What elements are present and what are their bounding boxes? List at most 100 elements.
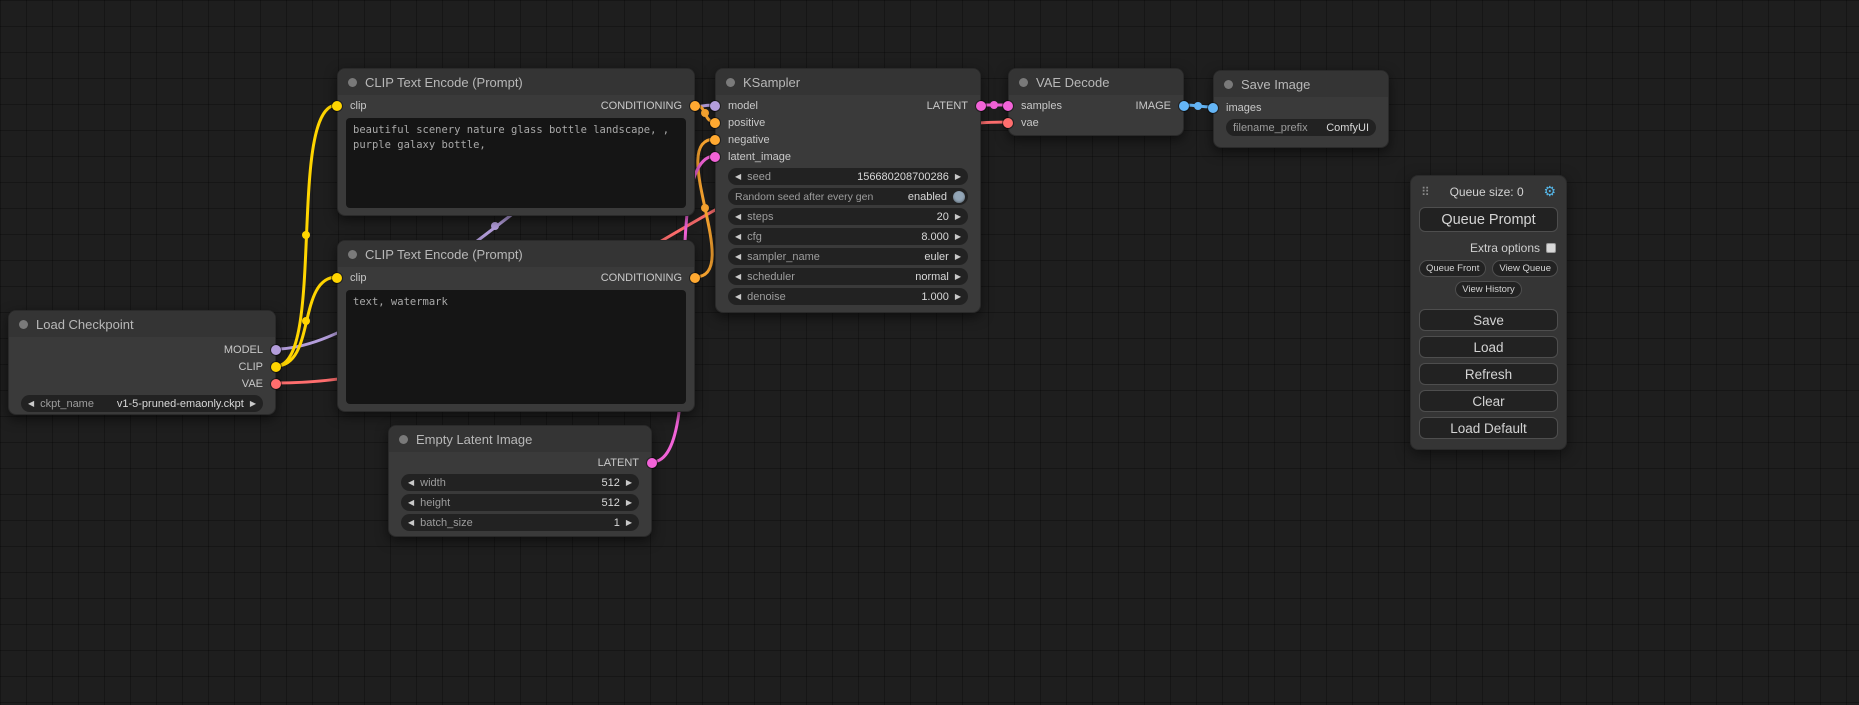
- node-header[interactable]: Save Image: [1214, 71, 1388, 97]
- decrement-arrow-icon[interactable]: ◀: [735, 253, 741, 261]
- input-port-vae[interactable]: [1003, 118, 1013, 128]
- node-header[interactable]: KSampler: [716, 69, 980, 95]
- widget-random-seed-toggle[interactable]: Random seed after every gen enabled: [728, 188, 968, 205]
- node-load-checkpoint[interactable]: Load Checkpoint MODEL CLIP VAE ◀ ckpt_na…: [8, 310, 276, 415]
- link-midpoint-dot: [701, 109, 709, 117]
- increment-arrow-icon[interactable]: ▶: [955, 233, 961, 241]
- widget-cfg[interactable]: ◀ cfg 8.000 ▶: [728, 228, 968, 245]
- collapse-dot-icon[interactable]: [1224, 80, 1233, 89]
- node-clip-text-encode-negative[interactable]: CLIP Text Encode (Prompt) clip CONDITION…: [337, 240, 695, 412]
- node-header[interactable]: VAE Decode: [1009, 69, 1183, 95]
- widget-value: 512: [601, 477, 619, 489]
- widget-sampler-name[interactable]: ◀ sampler_name euler ▶: [728, 248, 968, 265]
- node-title: Empty Latent Image: [416, 432, 532, 447]
- queue-prompt-button[interactable]: Queue Prompt: [1419, 207, 1558, 232]
- increment-arrow-icon[interactable]: ▶: [955, 173, 961, 181]
- node-save-image[interactable]: Save Image images filename_prefix ComfyU…: [1213, 70, 1389, 148]
- extra-options-checkbox[interactable]: [1546, 243, 1556, 253]
- increment-arrow-icon[interactable]: ▶: [955, 273, 961, 281]
- output-port-image[interactable]: [1179, 101, 1189, 111]
- queue-panel[interactable]: ⠿ Queue size: 0 ⚙ Queue Prompt Extra opt…: [1410, 175, 1567, 450]
- increment-arrow-icon[interactable]: ▶: [626, 479, 632, 487]
- output-port-latent[interactable]: [647, 458, 657, 468]
- decrement-arrow-icon[interactable]: ◀: [408, 519, 414, 527]
- increment-arrow-icon[interactable]: ▶: [955, 213, 961, 221]
- collapse-dot-icon[interactable]: [19, 320, 28, 329]
- load-default-button[interactable]: Load Default: [1419, 417, 1558, 439]
- increment-arrow-icon[interactable]: ▶: [626, 499, 632, 507]
- input-port-images[interactable]: [1208, 103, 1218, 113]
- widget-value: 1: [614, 517, 620, 529]
- view-queue-button[interactable]: View Queue: [1492, 260, 1558, 277]
- widget-filename-prefix[interactable]: filename_prefix ComfyUI: [1226, 119, 1376, 136]
- output-port-clip[interactable]: [271, 362, 281, 372]
- output-port-vae[interactable]: [271, 379, 281, 389]
- gear-icon[interactable]: ⚙: [1543, 183, 1556, 200]
- widget-value: 512: [601, 497, 619, 509]
- node-empty-latent-image[interactable]: Empty Latent Image LATENT ◀ width 512 ▶ …: [388, 425, 652, 537]
- widget-seed[interactable]: ◀ seed 156680208700286 ▶: [728, 168, 968, 185]
- input-port-negative[interactable]: [710, 135, 720, 145]
- decrement-arrow-icon[interactable]: ◀: [408, 499, 414, 507]
- node-header[interactable]: Empty Latent Image: [389, 426, 651, 452]
- clear-button[interactable]: Clear: [1419, 390, 1558, 412]
- link-midpoint-dot: [302, 317, 310, 325]
- node-title: VAE Decode: [1036, 75, 1109, 90]
- save-button[interactable]: Save: [1419, 309, 1558, 331]
- input-port-positive[interactable]: [710, 118, 720, 128]
- drag-handle-icon[interactable]: ⠿: [1421, 185, 1430, 199]
- queue-front-button[interactable]: Queue Front: [1419, 260, 1486, 277]
- widget-denoise[interactable]: ◀ denoise 1.000 ▶: [728, 288, 968, 305]
- node-header[interactable]: CLIP Text Encode (Prompt): [338, 69, 694, 95]
- widget-batch-size[interactable]: ◀ batch_size 1 ▶: [401, 514, 639, 531]
- increment-arrow-icon[interactable]: ▶: [250, 400, 256, 408]
- widget-width[interactable]: ◀ width 512 ▶: [401, 474, 639, 491]
- link-midpoint-dot: [701, 204, 709, 212]
- view-history-button[interactable]: View History: [1455, 281, 1522, 298]
- node-ksampler[interactable]: KSampler model LATENT positive negative …: [715, 68, 981, 313]
- collapse-dot-icon[interactable]: [348, 250, 357, 259]
- load-button[interactable]: Load: [1419, 336, 1558, 358]
- comfyui-canvas[interactable]: { "icons": { "left_arrow": "◀", "right_a…: [0, 0, 1859, 705]
- input-port-clip[interactable]: [332, 273, 342, 283]
- extra-options-label: Extra options: [1470, 241, 1540, 255]
- collapse-dot-icon[interactable]: [726, 78, 735, 87]
- increment-arrow-icon[interactable]: ▶: [955, 293, 961, 301]
- decrement-arrow-icon[interactable]: ◀: [408, 479, 414, 487]
- decrement-arrow-icon[interactable]: ◀: [735, 173, 741, 181]
- refresh-button[interactable]: Refresh: [1419, 363, 1558, 385]
- collapse-dot-icon[interactable]: [399, 435, 408, 444]
- output-label-image: IMAGE: [1136, 100, 1171, 112]
- decrement-arrow-icon[interactable]: ◀: [735, 233, 741, 241]
- input-port-clip[interactable]: [332, 101, 342, 111]
- decrement-arrow-icon[interactable]: ◀: [735, 273, 741, 281]
- widget-value: enabled: [908, 191, 947, 203]
- prompt-textarea[interactable]: text, watermark: [346, 290, 686, 404]
- toggle-knob-icon[interactable]: [953, 191, 965, 203]
- input-label-samples: samples: [1021, 100, 1062, 112]
- node-vae-decode[interactable]: VAE Decode samples IMAGE vae: [1008, 68, 1184, 136]
- decrement-arrow-icon[interactable]: ◀: [28, 400, 34, 408]
- input-port-latent-image[interactable]: [710, 152, 720, 162]
- collapse-dot-icon[interactable]: [1019, 78, 1028, 87]
- collapse-dot-icon[interactable]: [348, 78, 357, 87]
- output-port-conditioning[interactable]: [690, 101, 700, 111]
- decrement-arrow-icon[interactable]: ◀: [735, 293, 741, 301]
- node-header[interactable]: Load Checkpoint: [9, 311, 275, 337]
- prompt-textarea[interactable]: beautiful scenery nature glass bottle la…: [346, 118, 686, 208]
- increment-arrow-icon[interactable]: ▶: [955, 253, 961, 261]
- output-port-model[interactable]: [271, 345, 281, 355]
- widget-scheduler[interactable]: ◀ scheduler normal ▶: [728, 268, 968, 285]
- increment-arrow-icon[interactable]: ▶: [626, 519, 632, 527]
- output-port-latent[interactable]: [976, 101, 986, 111]
- node-clip-text-encode-positive[interactable]: CLIP Text Encode (Prompt) clip CONDITION…: [337, 68, 695, 216]
- decrement-arrow-icon[interactable]: ◀: [735, 213, 741, 221]
- widget-height[interactable]: ◀ height 512 ▶: [401, 494, 639, 511]
- output-port-conditioning[interactable]: [690, 273, 700, 283]
- widget-steps[interactable]: ◀ steps 20 ▶: [728, 208, 968, 225]
- input-port-samples[interactable]: [1003, 101, 1013, 111]
- node-header[interactable]: CLIP Text Encode (Prompt): [338, 241, 694, 267]
- widget-value: v1-5-pruned-emaonly.ckpt: [117, 398, 244, 410]
- widget-ckpt-name[interactable]: ◀ ckpt_name v1-5-pruned-emaonly.ckpt ▶: [21, 395, 263, 412]
- input-port-model[interactable]: [710, 101, 720, 111]
